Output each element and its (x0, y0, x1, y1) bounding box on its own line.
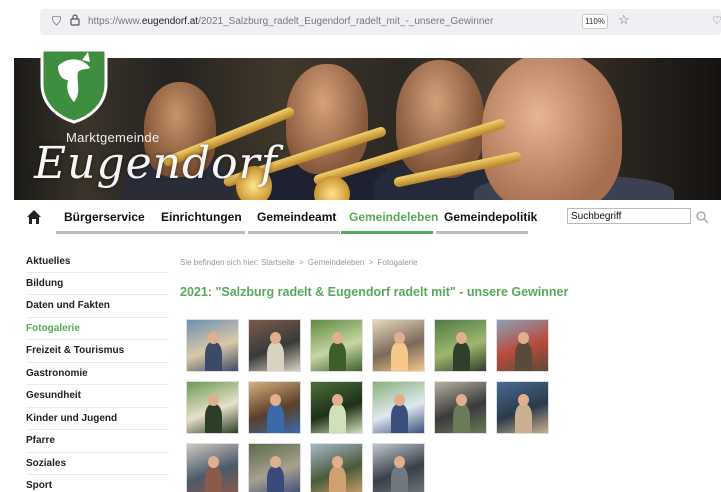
breadcrumb: Sie befinden sich hier: Startseite > Gem… (180, 258, 418, 267)
gallery-thumbnail[interactable] (434, 319, 487, 372)
nav-item-gemeindeleben[interactable]: Gemeindeleben (349, 210, 438, 224)
gallery-thumbnail[interactable] (372, 443, 425, 492)
pocket-icon[interactable]: ♡ (712, 14, 721, 27)
gallery-thumbnail[interactable] (434, 381, 487, 434)
lock-icon[interactable] (70, 14, 80, 29)
sidebar-item-aktuelles[interactable]: Aktuelles (26, 250, 169, 273)
gallery-thumbnail[interactable] (372, 319, 425, 372)
page-title: 2021: "Salzburg radelt & Eugendorf radel… (180, 285, 569, 299)
gallery-thumbnail[interactable] (310, 319, 363, 372)
musician-photo (482, 58, 622, 200)
gallery-thumbnail[interactable] (248, 443, 301, 492)
gallery-thumbnail[interactable] (372, 381, 425, 434)
bookmark-star-icon[interactable]: ☆ (618, 12, 630, 28)
sidebar-item-pfarre[interactable]: Pfarre (26, 430, 169, 453)
gallery-thumbnail[interactable] (496, 381, 549, 434)
gallery-thumbnail[interactable] (248, 319, 301, 372)
town-name-logo[interactable]: Eugendorf (34, 138, 278, 189)
home-icon[interactable] (26, 209, 42, 225)
sidebar-item-soziales[interactable]: Soziales (26, 453, 169, 475)
sidebar-item-gastronomie[interactable]: Gastronomie (26, 363, 169, 385)
nav-item-buergerservice[interactable]: Bürgerservice (64, 210, 145, 224)
breadcrumb-item-gemeindeleben[interactable]: Gemeindeleben (308, 258, 364, 267)
address-field[interactable]: ⛉ https://www.eugendorf.at/2021_Salzburg… (40, 9, 721, 35)
photo-gallery (186, 319, 556, 492)
gallery-thumbnail[interactable] (186, 443, 239, 492)
gallery-thumbnail[interactable] (496, 319, 549, 372)
nav-item-gemeindepolitik[interactable]: Gemeindepolitik (444, 210, 537, 224)
sidebar-item-fotogalerie[interactable]: Fotogalerie (26, 318, 169, 340)
main-navigation: Bürgerservice Einrichtungen Gemeindeamt … (14, 205, 721, 235)
coat-of-arms-logo[interactable] (38, 44, 110, 124)
sidebar-item-bildung[interactable]: Bildung (26, 273, 169, 295)
gallery-thumbnail[interactable] (186, 319, 239, 372)
url-text[interactable]: https://www.eugendorf.at/2021_Salzburg_r… (88, 16, 493, 27)
breadcrumb-item-startseite[interactable]: Startseite (261, 258, 295, 267)
tracking-shield-icon[interactable]: ⛉ (52, 14, 61, 29)
gallery-thumbnail[interactable] (310, 443, 363, 492)
musician-photo (396, 60, 484, 178)
gallery-thumbnail[interactable] (248, 381, 301, 434)
sidebar-item-sport[interactable]: Sport (26, 475, 169, 492)
nav-item-einrichtungen[interactable]: Einrichtungen (161, 210, 242, 224)
zoom-level-badge[interactable]: 110% (582, 14, 608, 29)
sidebar-navigation: Aktuelles Bildung Daten und Fakten Fotogale… (26, 250, 169, 492)
search-icon[interactable] (695, 210, 709, 224)
search-input[interactable] (567, 208, 691, 224)
sidebar-item-daten-und-fakten[interactable]: Daten und Fakten (26, 295, 169, 318)
nav-item-gemeindeamt[interactable]: Gemeindeamt (257, 210, 336, 224)
sidebar-item-freizeit-tourismus[interactable]: Freizeit & Tourismus (26, 340, 169, 363)
sidebar-item-kinder-und-jugend[interactable]: Kinder und Jugend (26, 408, 169, 430)
gallery-thumbnail[interactable] (310, 381, 363, 434)
browser-url-bar: ⛉ https://www.eugendorf.at/2021_Salzburg… (0, 0, 721, 44)
breadcrumb-item-fotogalerie[interactable]: Fotogalerie (378, 258, 418, 267)
gallery-thumbnail[interactable] (186, 381, 239, 434)
sidebar-item-gesundheit[interactable]: Gesundheit (26, 385, 169, 408)
